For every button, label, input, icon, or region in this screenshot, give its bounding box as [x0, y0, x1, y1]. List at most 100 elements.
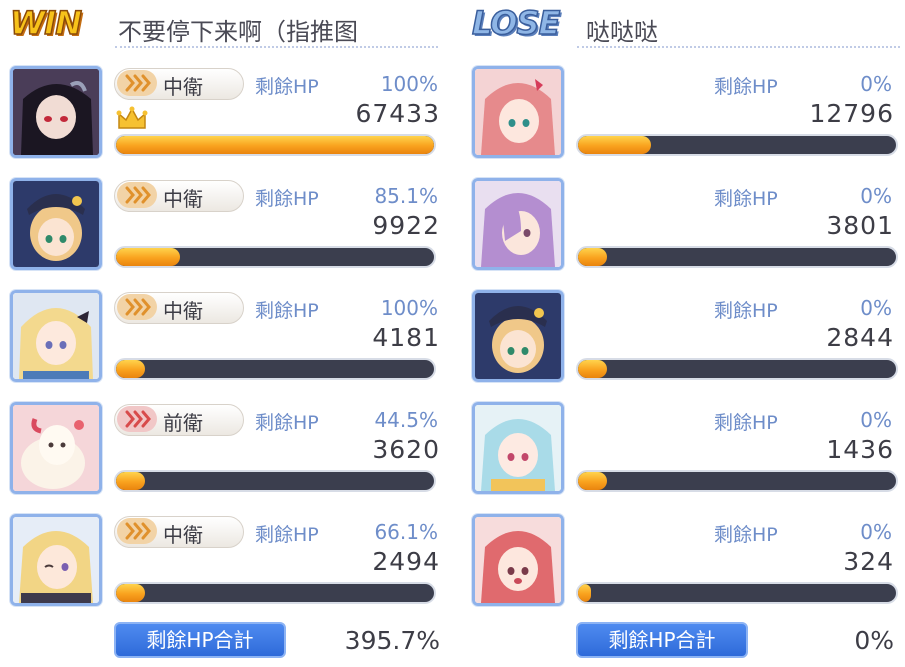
- win-header: WIN 不要停下来啊（指推图: [9, 2, 438, 48]
- lose-character-row: 剩餘HP 0% 2844: [472, 290, 902, 386]
- damage-bar: [114, 470, 436, 492]
- remaining-hp-value: 0%: [860, 408, 892, 432]
- damage-value: 2844: [826, 323, 894, 352]
- damage-bar: [114, 358, 436, 380]
- blonde-ribbon-character-icon: [13, 293, 99, 379]
- remaining-hp-label: 剩餘HP: [255, 76, 319, 98]
- remaining-hp-value: 66.1%: [374, 520, 438, 544]
- damage-value: 9922: [372, 211, 440, 240]
- crown-icon: [116, 106, 148, 132]
- role-badge: 中衛: [114, 68, 244, 100]
- total-hp-value: 0%: [854, 626, 894, 655]
- role-label: 中衛: [163, 299, 203, 323]
- blonde-hat-character-icon: [475, 293, 561, 379]
- purple-haired-character-icon: [475, 181, 561, 267]
- remaining-hp-label: 剩餘HP: [714, 412, 778, 434]
- header-divider: [115, 46, 438, 48]
- damage-value: 67433: [355, 99, 440, 128]
- damage-value: 3801: [826, 211, 894, 240]
- chevron-right-icon: [117, 70, 157, 96]
- remaining-hp-value: 0%: [860, 184, 892, 208]
- chevron-right-icon: [117, 406, 157, 432]
- character-portrait[interactable]: [10, 178, 102, 270]
- remaining-hp-label: 剩餘HP: [714, 524, 778, 546]
- damage-bar-fill: [116, 360, 145, 378]
- chevron-right-icon: [117, 294, 157, 320]
- role-label: 前衛: [163, 411, 203, 435]
- lose-player-name: 哒哒哒: [586, 18, 658, 46]
- damage-bar: [114, 246, 436, 268]
- character-portrait[interactable]: [472, 290, 564, 382]
- lose-total-row: 剩餘HP合計 0%: [472, 622, 902, 662]
- lose-character-row: 剩餘HP 0% 324: [472, 514, 902, 610]
- damage-bar-fill: [578, 360, 607, 378]
- damage-bar: [114, 134, 436, 156]
- role-label: 中衛: [163, 523, 203, 547]
- damage-bar-fill: [116, 136, 434, 154]
- blonde-hat-character-icon: [13, 181, 99, 267]
- chevron-right-icon: [117, 182, 157, 208]
- total-hp-button[interactable]: 剩餘HP合計: [576, 622, 748, 658]
- character-portrait[interactable]: [472, 402, 564, 494]
- remaining-hp-value: 100%: [380, 296, 438, 320]
- win-character-row: 中衛 剩餘HP 100% 4181: [10, 290, 440, 386]
- remaining-hp-value: 44.5%: [374, 408, 438, 432]
- damage-bar: [114, 582, 436, 604]
- role-badge: 中衛: [114, 292, 244, 324]
- role-label: 中衛: [163, 75, 203, 99]
- win-character-row: 前衛 剩餘HP 44.5% 3620: [10, 402, 440, 498]
- remaining-hp-label: 剩餘HP: [255, 412, 319, 434]
- remaining-hp-label: 剩餘HP: [714, 188, 778, 210]
- win-character-row: 中衛 剩餘HP 66.1% 2494: [10, 514, 440, 610]
- red-haired-character-icon: [475, 517, 561, 603]
- remaining-hp-value: 100%: [380, 72, 438, 96]
- remaining-hp-label: 剩餘HP: [255, 524, 319, 546]
- remaining-hp-value: 0%: [860, 72, 892, 96]
- damage-bar: [576, 134, 898, 156]
- character-portrait[interactable]: [472, 178, 564, 270]
- damage-bar-fill: [116, 584, 145, 602]
- win-character-row: 中衛 剩餘HP 100% 67433: [10, 66, 440, 162]
- win-total-row: 剩餘HP合計 395.7%: [10, 622, 440, 662]
- lose-character-row: 剩餘HP 0% 12796: [472, 66, 902, 162]
- blonde-wink-character-icon: [13, 517, 99, 603]
- damage-value: 324: [843, 547, 894, 576]
- role-badge: 中衛: [114, 516, 244, 548]
- pink-haired-character-icon: [475, 69, 561, 155]
- role-badge: 中衛: [114, 180, 244, 212]
- damage-bar-fill: [578, 136, 652, 154]
- remaining-hp-value: 0%: [860, 296, 892, 320]
- damage-bar: [576, 582, 898, 604]
- role-label: 中衛: [163, 187, 203, 211]
- remaining-hp-value: 85.1%: [374, 184, 438, 208]
- win-team-panel: WIN 不要停下来啊（指推图 中衛 剩餘HP 100% 67433 中衛 剩餘H…: [0, 0, 440, 667]
- character-portrait[interactable]: [472, 66, 564, 158]
- damage-bar: [576, 470, 898, 492]
- lose-character-row: 剩餘HP 0% 3801: [472, 178, 902, 274]
- remaining-hp-label: 剩餘HP: [255, 188, 319, 210]
- lose-header: LOSE 哒哒哒: [471, 2, 900, 48]
- remaining-hp-label: 剩餘HP: [255, 300, 319, 322]
- total-hp-value: 395.7%: [344, 626, 440, 655]
- remaining-hp-value: 0%: [860, 520, 892, 544]
- damage-bar: [576, 358, 898, 380]
- remaining-hp-label: 剩餘HP: [714, 76, 778, 98]
- character-portrait[interactable]: [10, 290, 102, 382]
- character-portrait[interactable]: [472, 514, 564, 606]
- damage-bar-fill: [578, 584, 591, 602]
- win-player-name: 不要停下来啊（指推图: [118, 18, 358, 46]
- damage-bar-fill: [578, 248, 607, 266]
- character-portrait[interactable]: [10, 66, 102, 158]
- character-portrait[interactable]: [10, 514, 102, 606]
- damage-value: 4181: [372, 323, 440, 352]
- character-portrait[interactable]: [10, 402, 102, 494]
- damage-value: 1436: [826, 435, 894, 464]
- damage-bar-fill: [116, 248, 180, 266]
- role-badge: 前衛: [114, 404, 244, 436]
- remaining-hp-label: 剩餘HP: [714, 300, 778, 322]
- total-hp-button[interactable]: 剩餘HP合計: [114, 622, 286, 658]
- win-badge: WIN: [9, 3, 82, 43]
- damage-value: 3620: [372, 435, 440, 464]
- dark-haired-character-icon: [13, 69, 99, 155]
- header-divider: [577, 46, 900, 48]
